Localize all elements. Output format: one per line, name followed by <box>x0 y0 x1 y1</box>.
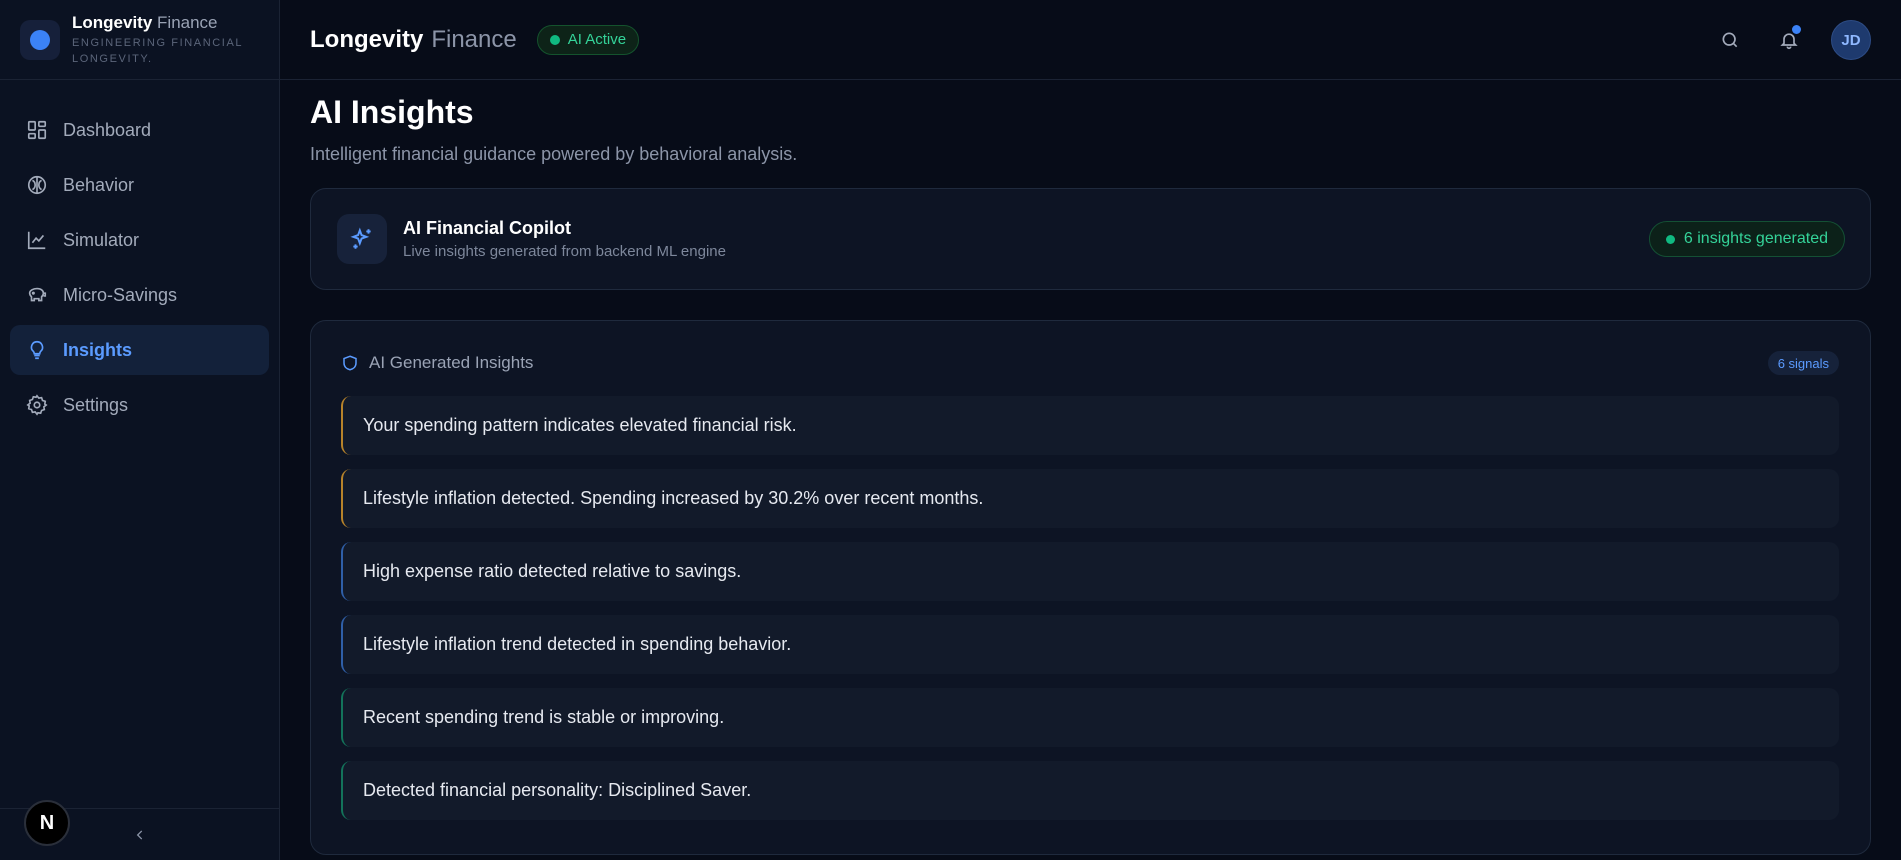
chevron-left-icon <box>136 830 143 840</box>
main-content: AI Insights Intelligent financial guidan… <box>310 80 1871 855</box>
status-dot-icon <box>549 34 560 45</box>
sidebar-nav: Dashboard Behavior Simulator Micro-Savin… <box>0 80 279 430</box>
insight-item: Recent spending trend is stable or impro… <box>341 688 1839 747</box>
page-title: AI Insights <box>310 94 474 130</box>
insight-item: High expense ratio detected relative to … <box>341 542 1839 601</box>
gear-icon <box>26 394 48 416</box>
copilot-card: AI Financial Copilot Live insights gener… <box>310 188 1871 290</box>
shield-icon <box>343 355 357 371</box>
insights-generated-badge: 6 insights generated <box>1648 221 1845 257</box>
insights-heading: AI Generated Insights <box>369 353 534 372</box>
insights-generated-label: 6 insights generated <box>1683 230 1828 247</box>
sidebar-item-label: Simulator <box>63 229 140 250</box>
copilot-title: AI Financial Copilot <box>403 218 572 238</box>
sidebar-collapse-button[interactable] <box>128 823 152 847</box>
insight-item: Lifestyle inflation detected. Spending i… <box>341 469 1839 528</box>
ai-status-label: AI Active <box>567 31 627 48</box>
insight-item: Your spending pattern indicates elevated… <box>341 396 1839 455</box>
piggy-bank-icon <box>28 287 47 302</box>
user-avatar[interactable]: JD <box>1831 20 1871 60</box>
copilot-subtitle: Live insights generated from backend ML … <box>403 243 726 260</box>
framework-badge[interactable]: N <box>24 800 70 846</box>
line-chart-icon <box>27 231 46 250</box>
top-header: Longevity Finance AI Active JD <box>280 0 1901 80</box>
sidebar-item-label: Behavior <box>63 174 135 195</box>
insight-item: Detected financial personality: Discipli… <box>341 761 1839 820</box>
header-actions: JD <box>1691 20 1871 60</box>
sidebar-item-label: Settings <box>63 394 129 415</box>
sparkles-icon <box>337 214 387 264</box>
notification-dot <box>1792 25 1801 34</box>
insights-list: Your spending pattern indicates elevated… <box>341 396 1839 820</box>
notifications-button[interactable] <box>1769 20 1809 60</box>
search-icon <box>1722 32 1738 48</box>
sidebar-item-dashboard[interactable]: Dashboard <box>10 105 269 155</box>
app-root: Longevity Finance ENGINEERING FINANCIAL … <box>0 0 1901 860</box>
sidebar-item-behavior[interactable]: Behavior <box>10 160 269 210</box>
brand-tagline: ENGINEERING FINANCIAL LONGEVITY. <box>72 36 243 65</box>
signals-count-badge: 6 signals <box>1767 351 1839 375</box>
sidebar-item-insights[interactable]: Insights <box>10 325 269 375</box>
sidebar-item-settings[interactable]: Settings <box>10 380 269 430</box>
sidebar-item-micro-savings[interactable]: Micro-Savings <box>10 270 269 320</box>
sidebar-item-simulator[interactable]: Simulator <box>10 215 269 265</box>
brand-name-bold: Longevity <box>72 12 153 32</box>
insights-card: AI Generated Insights 6 signals Your spe… <box>310 320 1871 855</box>
sidebar-item-label: Insights <box>63 339 133 360</box>
brand-text: Longevity Finance ENGINEERING FINANCIAL … <box>72 13 262 67</box>
status-dot-icon <box>1665 234 1675 244</box>
lightbulb-icon <box>30 340 44 360</box>
page-subtitle: Intelligent financial guidance powered b… <box>310 144 798 164</box>
sidebar-footer: N <box>0 800 280 860</box>
brand-name: Longevity Finance <box>72 13 262 33</box>
brand-logo-icon <box>20 19 60 60</box>
header-title: Longevity <box>310 25 424 53</box>
ai-status-badge: AI Active <box>536 24 640 55</box>
sidebar: Longevity Finance ENGINEERING FINANCIAL … <box>0 0 280 860</box>
brand-name-light: Finance <box>157 12 218 32</box>
sidebar-item-label: Dashboard <box>63 119 152 140</box>
brain-icon <box>27 175 47 195</box>
header-title-light: Finance <box>431 25 517 53</box>
brand[interactable]: Longevity Finance ENGINEERING FINANCIAL … <box>0 0 279 80</box>
insights-header: AI Generated Insights 6 signals <box>341 351 1839 375</box>
copilot-text: AI Financial Copilot Live insights gener… <box>403 218 726 260</box>
sidebar-item-label: Micro-Savings <box>63 284 178 305</box>
insight-item: Lifestyle inflation trend detected in sp… <box>341 615 1839 674</box>
dashboard-grid-icon <box>27 120 47 140</box>
search-button[interactable] <box>1710 20 1750 60</box>
